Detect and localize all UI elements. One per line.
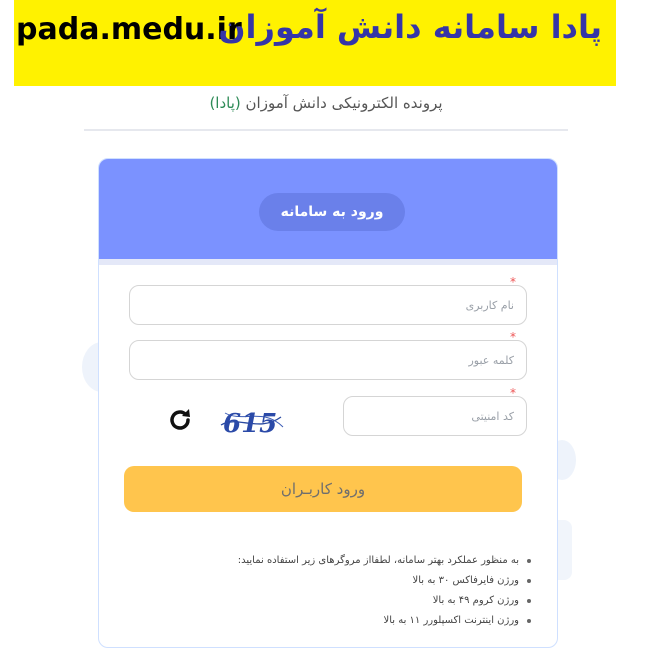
banner-title: پادا سامانه دانش آموزان xyxy=(218,8,602,46)
username-field[interactable] xyxy=(129,285,527,325)
captcha-image: 615 xyxy=(220,409,284,439)
list-item: ورژن کروم ۴۹ به بالا xyxy=(193,591,533,611)
browser-requirements-list: به منظور عملکرد بهتر سامانه، لطفااز مروگ… xyxy=(193,551,533,631)
list-item: ورژن اینترنت اکسپلورر ۱۱ به بالا xyxy=(193,611,533,631)
refresh-captcha-button[interactable] xyxy=(165,405,195,435)
list-item: به منظور عملکرد بهتر سامانه، لطفااز مروگ… xyxy=(193,551,533,571)
site-url: pada.medu.ir xyxy=(16,12,242,47)
refresh-icon xyxy=(170,409,190,430)
subtitle-divider xyxy=(84,129,568,131)
login-card-header: ورود به سامانه xyxy=(99,159,557,259)
user-login-button[interactable]: ورود کاربـران xyxy=(124,466,522,512)
header-divider xyxy=(99,259,557,265)
list-item: ورژن فایرفاکس ۳۰ به بالا xyxy=(193,571,533,591)
page-subtitle: پرونده الکترونیکی دانش آموزان (پادا) xyxy=(84,94,568,112)
login-header-label: ورود به سامانه xyxy=(259,193,405,231)
security-code-input[interactable] xyxy=(344,397,526,435)
subtitle-text: پرونده الکترونیکی دانش آموزان xyxy=(245,94,443,112)
security-code-field[interactable] xyxy=(343,396,527,436)
header-banner: pada.medu.ir پادا سامانه دانش آموزان xyxy=(14,0,616,86)
captcha-text: 615 xyxy=(223,409,277,439)
login-card: ورود به سامانه * * * 615 ورود کاربـران ب… xyxy=(98,158,558,648)
password-field[interactable] xyxy=(129,340,527,380)
username-input[interactable] xyxy=(130,286,526,324)
subtitle-acronym: (پادا) xyxy=(209,94,241,112)
password-input[interactable] xyxy=(130,341,526,379)
